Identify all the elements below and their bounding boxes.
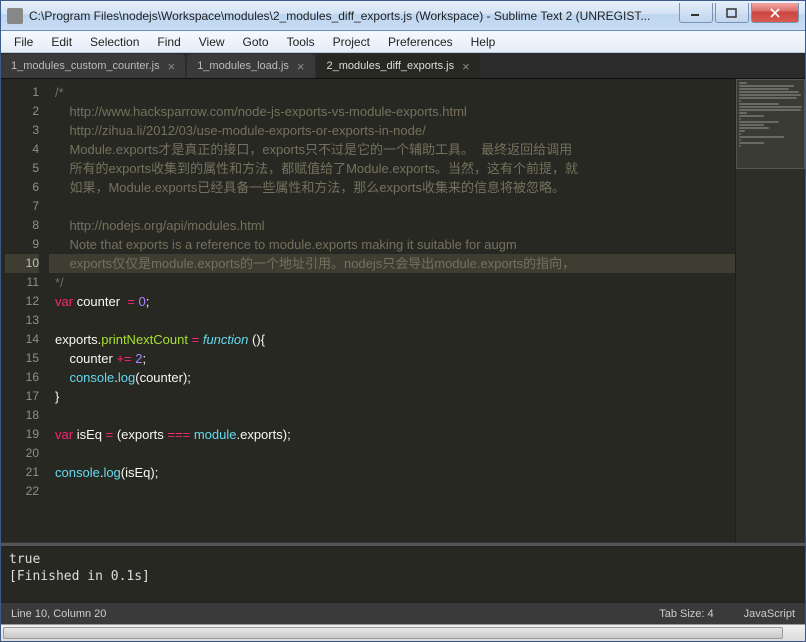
code-line[interactable]: var isEq = (exports === module.exports); xyxy=(49,425,805,444)
tab-bar: 1_modules_custom_counter.js×1_modules_lo… xyxy=(1,53,805,79)
line-number[interactable]: 3 xyxy=(5,121,39,140)
code-line[interactable]: exports仅仅是module.exports的一个地址引用。nodejs只会… xyxy=(49,254,805,273)
tab-label: 1_modules_load.js xyxy=(197,60,289,72)
line-number[interactable]: 19 xyxy=(5,425,39,444)
horizontal-scrollbar[interactable] xyxy=(1,624,805,641)
title-bar[interactable]: C:\Program Files\nodejs\Workspace\module… xyxy=(1,1,805,31)
line-number-gutter[interactable]: 12345678910111213141516171819202122 xyxy=(1,79,49,542)
code-line[interactable]: 如果，Module.exports已经具备一些属性和方法，那么exports收集… xyxy=(49,178,805,197)
code-line[interactable]: console.log(counter); xyxy=(49,368,805,387)
status-cursor-position[interactable]: Line 10, Column 20 xyxy=(11,608,629,620)
code-content[interactable]: /* http://www.hacksparrow.com/node-js-ex… xyxy=(49,79,805,542)
window-title: C:\Program Files\nodejs\Workspace\module… xyxy=(29,9,679,23)
line-number[interactable]: 7 xyxy=(5,197,39,216)
line-number[interactable]: 13 xyxy=(5,311,39,330)
status-bar: Line 10, Column 20 Tab Size: 4 JavaScrip… xyxy=(1,602,805,624)
menu-help[interactable]: Help xyxy=(462,33,505,51)
menu-selection[interactable]: Selection xyxy=(81,33,148,51)
line-number[interactable]: 8 xyxy=(5,216,39,235)
code-line[interactable]: /* xyxy=(49,83,805,102)
line-number[interactable]: 18 xyxy=(5,406,39,425)
code-line[interactable]: http://nodejs.org/api/modules.html xyxy=(49,216,805,235)
code-line[interactable]: 所有的exports收集到的属性和方法，都赋值给了Module.exports。… xyxy=(49,159,805,178)
code-line[interactable]: counter += 2; xyxy=(49,349,805,368)
code-line[interactable]: exports.printNextCount = function (){ xyxy=(49,330,805,349)
file-tab[interactable]: 2_modules_diff_exports.js × xyxy=(317,54,480,78)
scrollbar-thumb[interactable] xyxy=(3,627,783,639)
menu-preferences[interactable]: Preferences xyxy=(379,33,462,51)
close-button[interactable] xyxy=(751,3,799,23)
tab-label: 2_modules_diff_exports.js xyxy=(327,60,455,72)
line-number[interactable]: 14 xyxy=(5,330,39,349)
file-tab[interactable]: 1_modules_load.js × xyxy=(187,54,314,78)
file-tab[interactable]: 1_modules_custom_counter.js × xyxy=(1,54,185,78)
line-number[interactable]: 20 xyxy=(5,444,39,463)
app-icon xyxy=(7,8,23,24)
code-editor[interactable]: 12345678910111213141516171819202122 /* h… xyxy=(1,79,805,542)
menu-file[interactable]: File xyxy=(5,33,42,51)
menu-project[interactable]: Project xyxy=(324,33,379,51)
minimap-viewport[interactable] xyxy=(736,79,805,169)
code-line[interactable] xyxy=(49,406,805,425)
menu-find[interactable]: Find xyxy=(148,33,189,51)
editor-area: 12345678910111213141516171819202122 /* h… xyxy=(1,79,805,602)
line-number[interactable]: 6 xyxy=(5,178,39,197)
code-line[interactable]: Note that exports is a reference to modu… xyxy=(49,235,805,254)
code-line[interactable]: */ xyxy=(49,273,805,292)
code-line[interactable]: Module.exports才是真正的接口，exports只不过是它的一个辅助工… xyxy=(49,140,805,159)
status-syntax[interactable]: JavaScript xyxy=(744,608,795,620)
line-number[interactable]: 16 xyxy=(5,368,39,387)
code-line[interactable]: http://zihua.li/2012/03/use-module-expor… xyxy=(49,121,805,140)
tab-close-icon[interactable]: × xyxy=(462,59,470,74)
code-line[interactable]: console.log(isEq); xyxy=(49,463,805,482)
line-number[interactable]: 2 xyxy=(5,102,39,121)
line-number[interactable]: 21 xyxy=(5,463,39,482)
line-number[interactable]: 17 xyxy=(5,387,39,406)
window-controls xyxy=(679,8,805,23)
code-line[interactable] xyxy=(49,444,805,463)
line-number[interactable]: 22 xyxy=(5,482,39,501)
tab-close-icon[interactable]: × xyxy=(168,59,176,74)
code-line[interactable]: http://www.hacksparrow.com/node-js-expor… xyxy=(49,102,805,121)
line-number[interactable]: 4 xyxy=(5,140,39,159)
menu-bar: File Edit Selection Find View Goto Tools… xyxy=(1,31,805,53)
menu-view[interactable]: View xyxy=(190,33,234,51)
code-line[interactable]: var counter = 0; xyxy=(49,292,805,311)
maximize-button[interactable] xyxy=(715,3,749,23)
menu-tools[interactable]: Tools xyxy=(278,33,324,51)
menu-edit[interactable]: Edit xyxy=(42,33,81,51)
line-number[interactable]: 10 xyxy=(5,254,39,273)
line-number[interactable]: 1 xyxy=(5,83,39,102)
status-tab-size[interactable]: Tab Size: 4 xyxy=(659,608,713,620)
line-number[interactable]: 15 xyxy=(5,349,39,368)
minimap[interactable] xyxy=(735,79,805,542)
tab-close-icon[interactable]: × xyxy=(297,59,305,74)
line-number[interactable]: 12 xyxy=(5,292,39,311)
minimize-button[interactable] xyxy=(679,3,713,23)
build-output-panel[interactable]: true [Finished in 0.1s] xyxy=(1,547,805,602)
code-line[interactable] xyxy=(49,197,805,216)
code-line[interactable] xyxy=(49,482,805,501)
line-number[interactable]: 11 xyxy=(5,273,39,292)
code-line[interactable] xyxy=(49,311,805,330)
tab-label: 1_modules_custom_counter.js xyxy=(11,60,160,72)
app-window: C:\Program Files\nodejs\Workspace\module… xyxy=(0,0,806,642)
code-line[interactable]: } xyxy=(49,387,805,406)
line-number[interactable]: 9 xyxy=(5,235,39,254)
menu-goto[interactable]: Goto xyxy=(234,33,278,51)
line-number[interactable]: 5 xyxy=(5,159,39,178)
